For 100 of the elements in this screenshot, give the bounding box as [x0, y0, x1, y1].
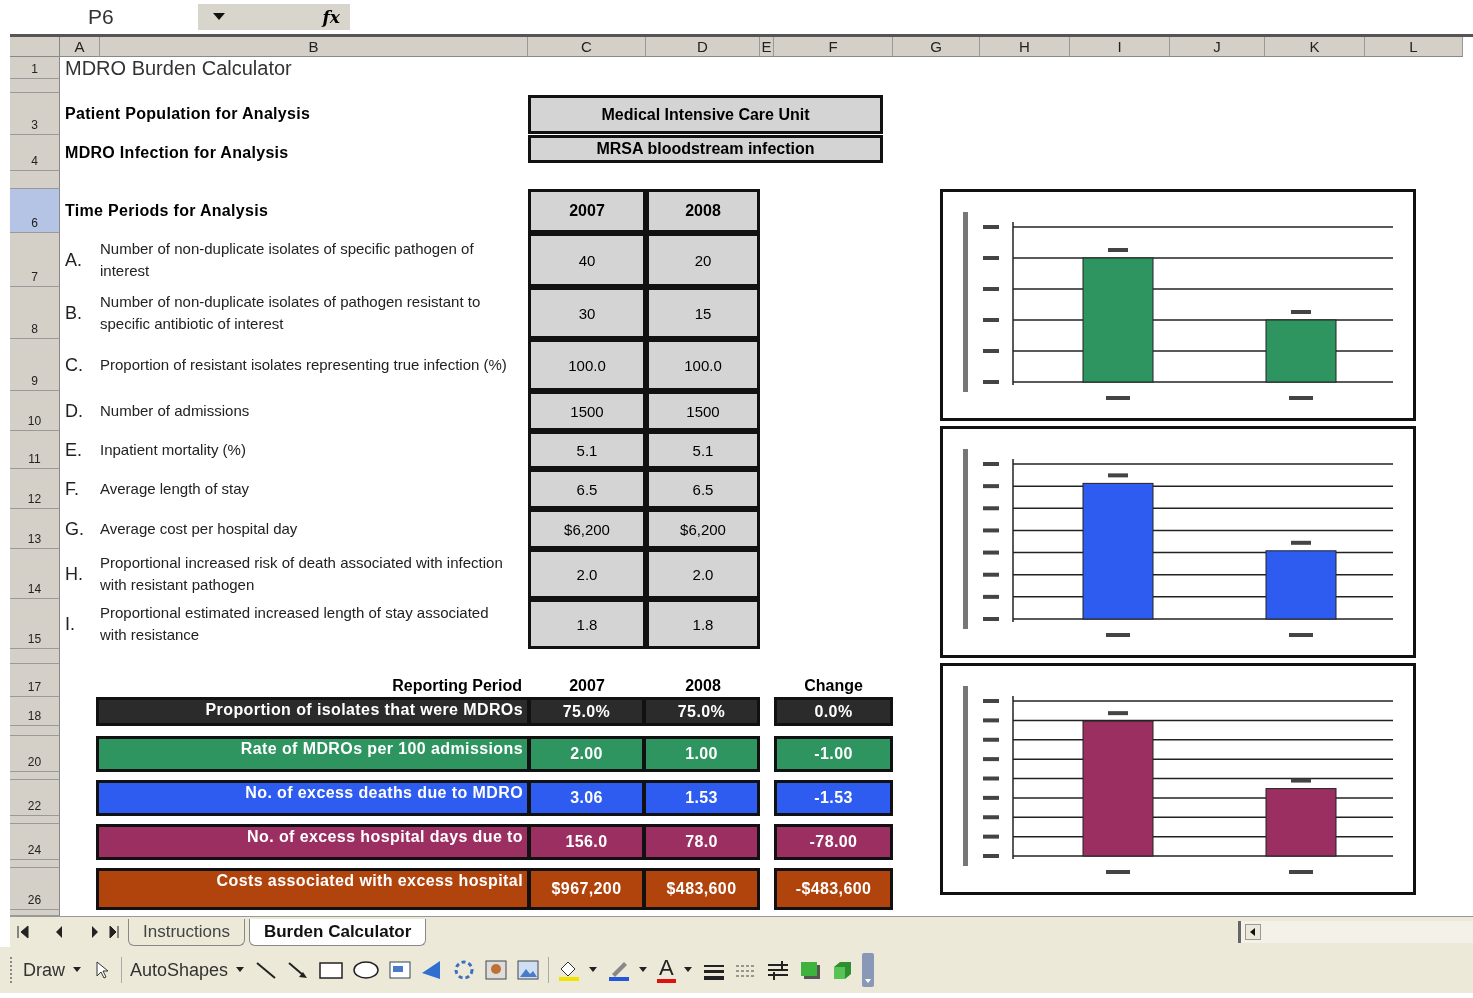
input-value-cell[interactable]: 5.1	[528, 431, 646, 469]
caret-icon[interactable]	[639, 967, 650, 973]
font-color-button[interactable]: A	[657, 957, 676, 983]
input-value-cell[interactable]: 1500	[528, 391, 646, 431]
row-header[interactable]: 4	[10, 135, 60, 171]
column-header[interactable]: K	[1265, 37, 1365, 57]
caret-icon[interactable]	[683, 967, 694, 973]
name-box[interactable]: P6	[88, 5, 198, 29]
input-description: Number of non-duplicate isolates of pathogen resistant to specific antibiotic of interest	[100, 292, 482, 334]
input-description: Inpatient mortality (%)	[100, 440, 247, 461]
fill-bucket-icon[interactable]	[557, 959, 582, 981]
column-header[interactable]: E	[760, 37, 774, 57]
name-box-dropdown[interactable]	[198, 4, 240, 30]
column-header[interactable]: F	[774, 37, 893, 57]
row-letter: F.	[64, 478, 80, 500]
row-header[interactable]: 1	[10, 57, 60, 79]
row-header[interactable]: 9	[10, 339, 60, 391]
input-value-cell[interactable]: 2.0	[528, 549, 646, 599]
row-header[interactable]: 13	[10, 509, 60, 549]
sheet-tab[interactable]: Instructions	[128, 918, 245, 946]
input-description: Average length of stay	[100, 479, 250, 500]
input-description: Proportion of resistant isolates representing true infection (%)	[100, 355, 508, 376]
input-value-cell[interactable]: 6.5	[646, 469, 760, 509]
row-letter: E.	[64, 439, 83, 461]
row-header[interactable]: 14	[10, 549, 60, 599]
row-letter: G.	[64, 518, 85, 540]
column-header[interactable]: A	[60, 37, 100, 57]
row-header[interactable]: 22	[10, 780, 60, 816]
result-label: Costs associated with excess hospital	[99, 871, 527, 907]
column-header[interactable]: I	[1070, 37, 1170, 57]
row-header[interactable]: 6	[10, 189, 60, 233]
clip-art-icon[interactable]	[484, 959, 509, 981]
input-value-cell[interactable]: 5.1	[646, 431, 760, 469]
arrow-style-icon[interactable]	[765, 959, 790, 981]
input-value-cell[interactable]: 1.8	[646, 599, 760, 649]
result-value: $483,600	[646, 871, 757, 907]
input-value-cell[interactable]: 100.0	[646, 339, 760, 391]
column-header[interactable]: C	[528, 37, 646, 57]
caret-icon[interactable]	[589, 967, 600, 973]
row-header[interactable]: 24	[10, 824, 60, 860]
column-heading: 2007	[568, 677, 606, 696]
horizontal-scrollbar[interactable]	[1238, 921, 1473, 943]
row-header[interactable]: 10	[10, 391, 60, 431]
result-value: $967,200	[531, 871, 642, 907]
row-header[interactable]: 12	[10, 469, 60, 509]
parameter-label: MDRO Infection for Analysis	[64, 144, 290, 162]
column-header[interactable]: G	[893, 37, 980, 57]
parameter-value-cell[interactable]: MRSA bloodstream infection	[528, 135, 883, 163]
autoshapes-menu-button[interactable]: AutoShapes	[130, 959, 229, 981]
row-header[interactable]: 8	[10, 287, 60, 339]
row-header[interactable]: 3	[10, 93, 60, 135]
input-value-cell[interactable]: 100.0	[528, 339, 646, 391]
input-value-cell[interactable]: 30	[528, 287, 646, 339]
input-description: Number of admissions	[100, 401, 251, 422]
oval-icon[interactable]	[352, 959, 381, 981]
column-header[interactable]: J	[1170, 37, 1265, 57]
sheet-tab[interactable]: Burden Calculator	[248, 918, 427, 946]
caret-icon[interactable]	[236, 967, 247, 973]
column-header[interactable]: L	[1365, 37, 1463, 57]
input-value-cell[interactable]: 2.0	[646, 549, 760, 599]
row-letter: C.	[64, 354, 84, 376]
picture-icon[interactable]	[516, 959, 541, 981]
input-value-cell[interactable]: 1500	[646, 391, 760, 431]
row-letter: I.	[64, 613, 76, 635]
row-letter: A.	[64, 249, 83, 271]
change-value: -1.53	[777, 783, 890, 813]
input-value-cell[interactable]: 1.8	[528, 599, 646, 649]
row-header[interactable]: 20	[10, 736, 60, 772]
rectangle-icon[interactable]	[318, 959, 345, 981]
input-value-cell[interactable]: 40	[528, 233, 646, 287]
pen-icon[interactable]	[607, 959, 632, 981]
row-header[interactable]: 7	[10, 233, 60, 287]
result-value: 75.0%	[531, 700, 642, 723]
parameter-value-cell[interactable]: Medical Intensive Care Unit	[528, 95, 883, 134]
row-letter: H.	[64, 563, 84, 585]
draw-menu-button[interactable]: Draw	[23, 959, 65, 981]
input-value-cell[interactable]: $6,200	[528, 509, 646, 549]
input-value-cell[interactable]: 15	[646, 287, 760, 339]
input-value-cell[interactable]: $6,200	[646, 509, 760, 549]
row-header[interactable]: 11	[10, 431, 60, 469]
column-header[interactable]: D	[646, 37, 760, 57]
row-header[interactable]: 15	[10, 599, 60, 649]
scroll-left-icon[interactable]	[1245, 924, 1261, 940]
row-header[interactable]: 18	[10, 697, 60, 726]
caret-icon[interactable]	[73, 967, 83, 973]
column-heading: 2008	[684, 677, 722, 696]
toolbar-grip	[10, 957, 15, 983]
caret-icon	[213, 13, 225, 21]
column-header[interactable]: H	[980, 37, 1070, 57]
text-box-icon[interactable]	[388, 959, 413, 981]
column-header[interactable]: B	[100, 37, 528, 57]
row-header[interactable]: 17	[10, 664, 60, 697]
row-header[interactable]: 26	[10, 868, 60, 910]
input-value-cell[interactable]: 6.5	[528, 469, 646, 509]
result-label: Proportion of isolates that were MDROs	[99, 700, 527, 723]
change-value: -78.00	[777, 827, 890, 857]
result-label: Rate of MDROs per 100 admissions	[99, 739, 527, 769]
input-value-cell[interactable]: 20	[646, 233, 760, 287]
insert-function-button[interactable]: fx	[240, 4, 350, 30]
change-value: 0.0%	[777, 700, 890, 723]
